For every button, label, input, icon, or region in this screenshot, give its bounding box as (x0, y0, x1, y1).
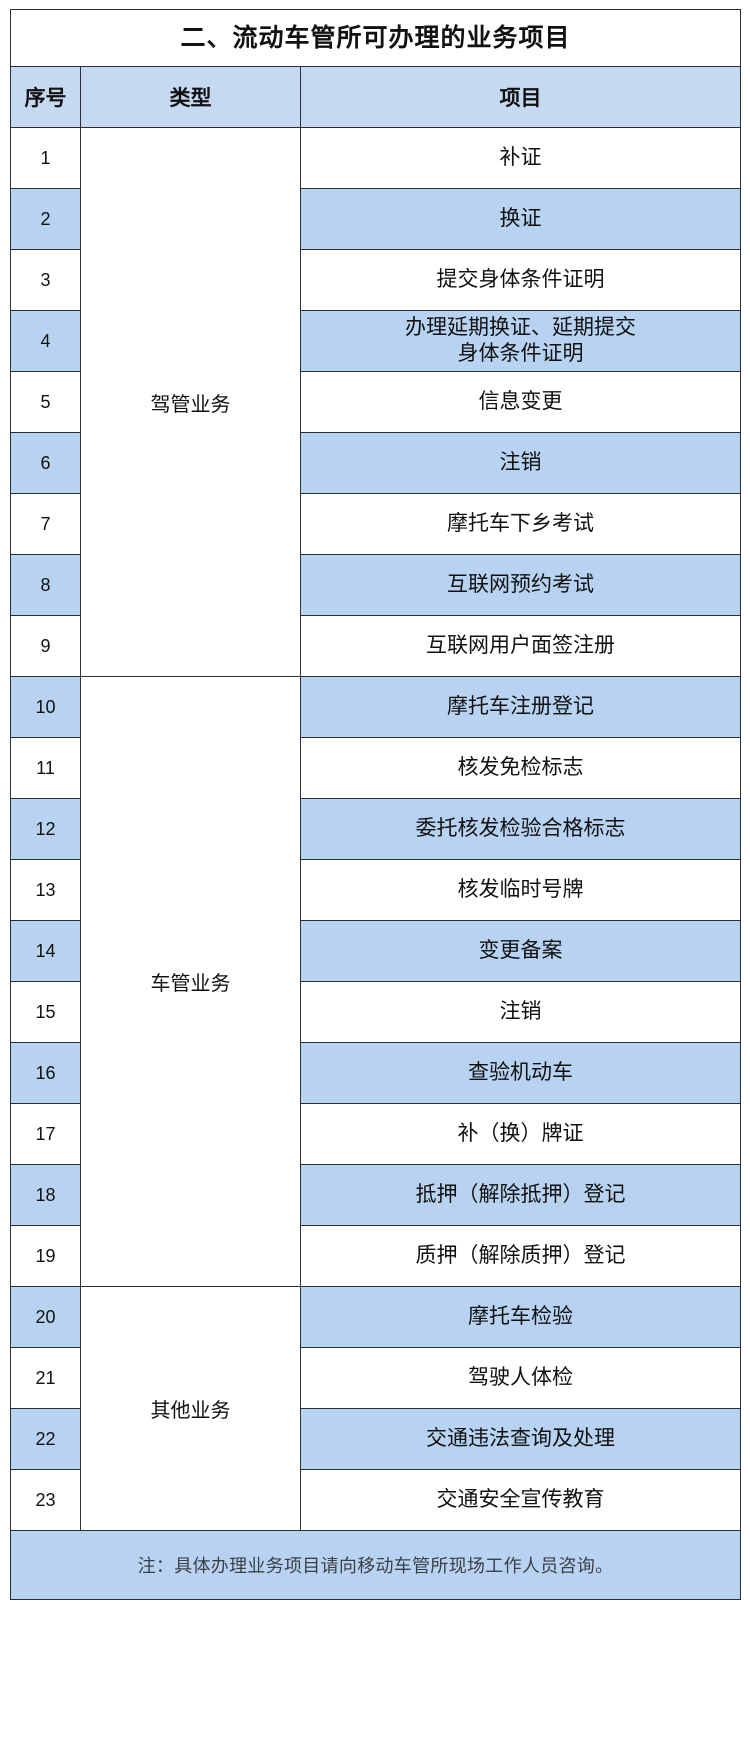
footer-note-row: 注：具体办理业务项目请向移动车管所现场工作人员咨询。 (9, 1530, 742, 1600)
table-body: 二、流动车管所可办理的业务项目 序号 类型 项目 1 驾管业务 补证 2 换证 … (9, 9, 742, 1600)
column-header-no-label: 序号 (24, 87, 67, 110)
row-number: 14 (10, 920, 81, 982)
row-number: 11 (10, 737, 81, 799)
row-number: 23 (10, 1469, 81, 1531)
row-number: 17 (10, 1103, 81, 1165)
row-number: 6 (10, 432, 81, 494)
group-label: 其他业务 (150, 1400, 231, 1422)
row-item-line-1: 变更备案 (478, 939, 563, 963)
business-items-table: 二、流动车管所可办理的业务项目 序号 类型 项目 1 驾管业务 补证 2 换证 … (9, 9, 742, 1600)
table-row: 10 车管业务 摩托车注册登记 (10, 676, 742, 1287)
row-item: 办理延期换证、延期提交 身体条件证明 (299, 310, 742, 372)
table-sheet: 二、流动车管所可办理的业务项目 序号 类型 项目 1 驾管业务 补证 2 换证 … (0, 0, 750, 1738)
row-item-line-1: 委托核发检验合格标志 (415, 817, 626, 841)
row-item-line-1: 交通安全宣传教育 (436, 1488, 605, 1512)
group-label: 驾管业务 (150, 393, 231, 416)
row-item-line-1: 摩托车下乡考试 (447, 512, 595, 536)
group-label-cell: 其他业务 (80, 1286, 301, 1531)
row-item-line-1: 驾驶人体检 (468, 1366, 574, 1390)
table-row: 1 驾管业务 补证 (10, 127, 742, 677)
row-item-line-1: 提交身体条件证明 (436, 268, 605, 292)
row-item-line-1: 核发临时号牌 (457, 878, 584, 902)
table-row: 20 其他业务 摩托车检验 (10, 1286, 742, 1531)
row-item-line-2: 身体条件证明 (457, 342, 584, 365)
row-item: 驾驶人体检 (299, 1347, 742, 1409)
row-item: 核发临时号牌 (299, 859, 742, 921)
title-row: 二、流动车管所可办理的业务项目 (9, 9, 742, 67)
row-item: 交通违法查询及处理 (299, 1408, 742, 1470)
row-item-line-1: 注销 (499, 1000, 542, 1024)
row-item-line-1: 互联网预约考试 (447, 573, 595, 597)
row-item-line-1: 摩托车注册登记 (447, 695, 595, 719)
row-number: 7 (10, 493, 81, 555)
row-number: 9 (10, 615, 81, 677)
row-item-line-1: 互联网用户面签注册 (426, 634, 616, 658)
row-item-line-1: 摩托车检验 (468, 1305, 574, 1329)
column-header-item-label: 项目 (499, 87, 542, 110)
row-item: 查验机动车 (299, 1042, 742, 1104)
group-label-cell: 车管业务 (80, 676, 301, 1287)
row-item-line-1: 质押（解除质押）登记 (415, 1244, 626, 1268)
row-item: 换证 (299, 188, 742, 250)
page-title: 二、流动车管所可办理的业务项目 (180, 24, 571, 52)
row-number: 16 (10, 1042, 81, 1104)
row-item: 注销 (299, 432, 742, 494)
column-header-no: 序号 (10, 66, 81, 128)
row-item-line-1: 交通违法查询及处理 (426, 1427, 616, 1451)
row-item: 委托核发检验合格标志 (299, 798, 742, 860)
footer-note-cell: 注：具体办理业务项目请向移动车管所现场工作人员咨询。 (9, 1530, 742, 1600)
row-item: 交通安全宣传教育 (299, 1469, 742, 1531)
row-item-line-1: 补（换）牌证 (457, 1122, 584, 1146)
group-label: 车管业务 (150, 973, 231, 995)
row-number: 12 (10, 798, 81, 860)
row-item-line-1: 抵押（解除抵押）登记 (415, 1183, 626, 1207)
row-item: 信息变更 (299, 371, 742, 433)
row-number: 15 (10, 981, 81, 1043)
row-item-line-1: 注销 (499, 451, 542, 475)
footer-note: 注：具体办理业务项目请向移动车管所现场工作人员咨询。 (137, 1556, 614, 1576)
row-item: 互联网预约考试 (299, 554, 742, 616)
row-item: 补证 (299, 127, 742, 189)
row-item: 摩托车下乡考试 (299, 493, 742, 555)
row-number: 13 (10, 859, 81, 921)
row-item: 提交身体条件证明 (299, 249, 742, 311)
row-number: 20 (10, 1286, 81, 1348)
row-item: 互联网用户面签注册 (299, 615, 742, 677)
table-header-row: 序号 类型 项目 (10, 66, 742, 128)
column-header-type: 类型 (80, 66, 301, 128)
row-item: 质押（解除质押）登记 (299, 1225, 742, 1287)
column-header-type-label: 类型 (169, 87, 212, 110)
row-number: 18 (10, 1164, 81, 1226)
row-item: 抵押（解除抵押）登记 (299, 1164, 742, 1226)
row-item: 摩托车注册登记 (299, 676, 742, 738)
row-number: 21 (10, 1347, 81, 1409)
row-item: 摩托车检验 (299, 1286, 742, 1348)
row-item: 补（换）牌证 (299, 1103, 742, 1165)
row-item-line-1: 补证 (499, 146, 542, 170)
row-item: 核发免检标志 (299, 737, 742, 799)
row-item: 变更备案 (299, 920, 742, 982)
row-item-line-1: 查验机动车 (468, 1061, 574, 1085)
row-number: 10 (10, 676, 81, 738)
row-number: 2 (10, 188, 81, 250)
row-item: 注销 (299, 981, 742, 1043)
row-number: 1 (10, 127, 81, 189)
row-item-line-1: 换证 (499, 207, 542, 231)
row-item-line-1: 核发免检标志 (457, 756, 584, 780)
row-number: 4 (10, 310, 81, 372)
row-number: 3 (10, 249, 81, 311)
group-label-cell: 驾管业务 (80, 127, 301, 677)
row-number: 8 (10, 554, 81, 616)
row-number: 19 (10, 1225, 81, 1287)
row-item-line-1: 信息变更 (478, 390, 563, 414)
column-header-item: 项目 (299, 66, 742, 128)
row-number: 5 (10, 371, 81, 433)
row-number: 22 (10, 1408, 81, 1470)
page-title-cell: 二、流动车管所可办理的业务项目 (9, 9, 742, 67)
row-item-line-1: 办理延期换证、延期提交 (405, 316, 637, 340)
